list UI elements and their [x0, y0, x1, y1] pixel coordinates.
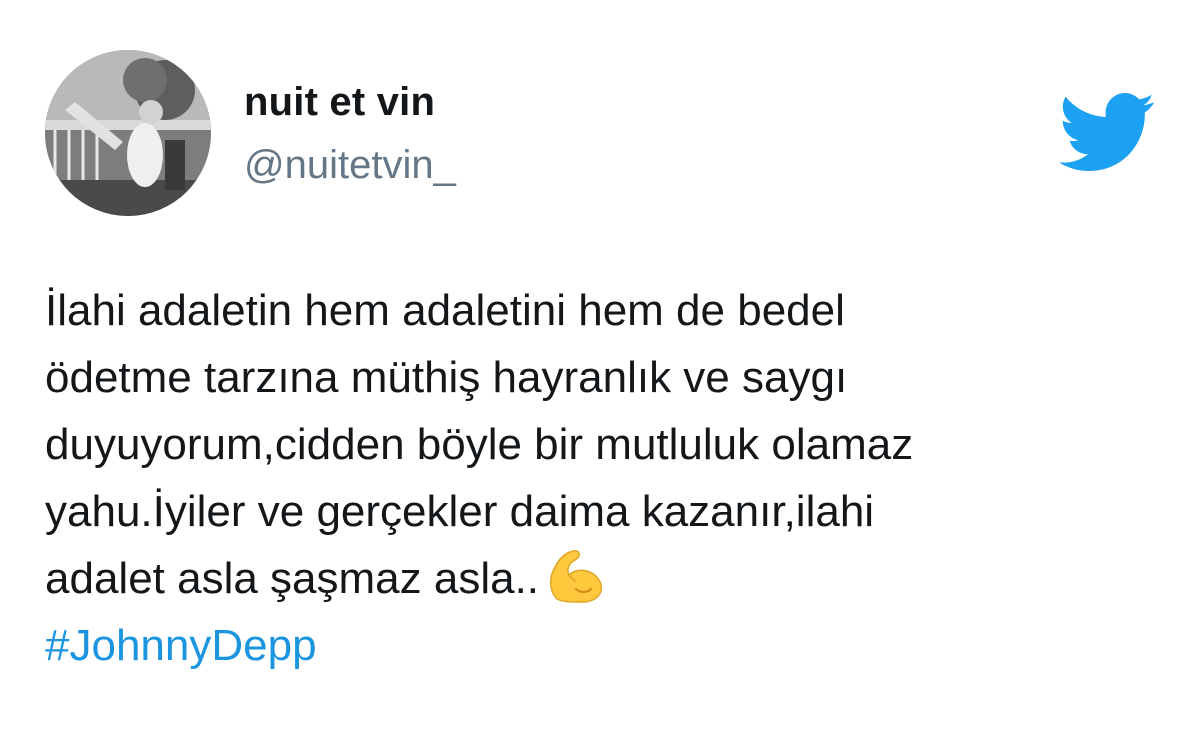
tweet-text-line: duyuyorum,cidden böyle bir mutluluk olam… — [45, 420, 914, 469]
tweet-text-fragment: adalet asla şaşmaz asla.. — [45, 554, 540, 603]
author-handle[interactable]: @nuitetvin_ — [244, 143, 456, 188]
author-avatar[interactable] — [45, 50, 211, 216]
twitter-bird-icon[interactable] — [1060, 93, 1156, 171]
tweet-text-line: yahu.İyiler ve gerçekler daima kazanır,i… — [45, 487, 875, 536]
hashtag-link[interactable]: #JohnnyDepp — [45, 612, 1155, 679]
tweet-body: İlahi adaletin hem adaletini hem de bede… — [45, 277, 1155, 679]
tweet-text-line-last: adalet asla şaşmaz asla.. — [45, 545, 1155, 612]
tweet-text-line: ödetme tarzına müthiş hayranlık ve saygı — [45, 353, 848, 402]
tweet-card: nuit et vin @nuitetvin_ İlahi adaletin h… — [0, 0, 1200, 750]
avatar-photo-icon — [45, 50, 211, 216]
tweet-text-line: İlahi adaletin hem adaletini hem de bede… — [45, 286, 845, 335]
author-display-name[interactable]: nuit et vin — [244, 80, 435, 125]
flexed-biceps-emoji — [550, 550, 603, 603]
